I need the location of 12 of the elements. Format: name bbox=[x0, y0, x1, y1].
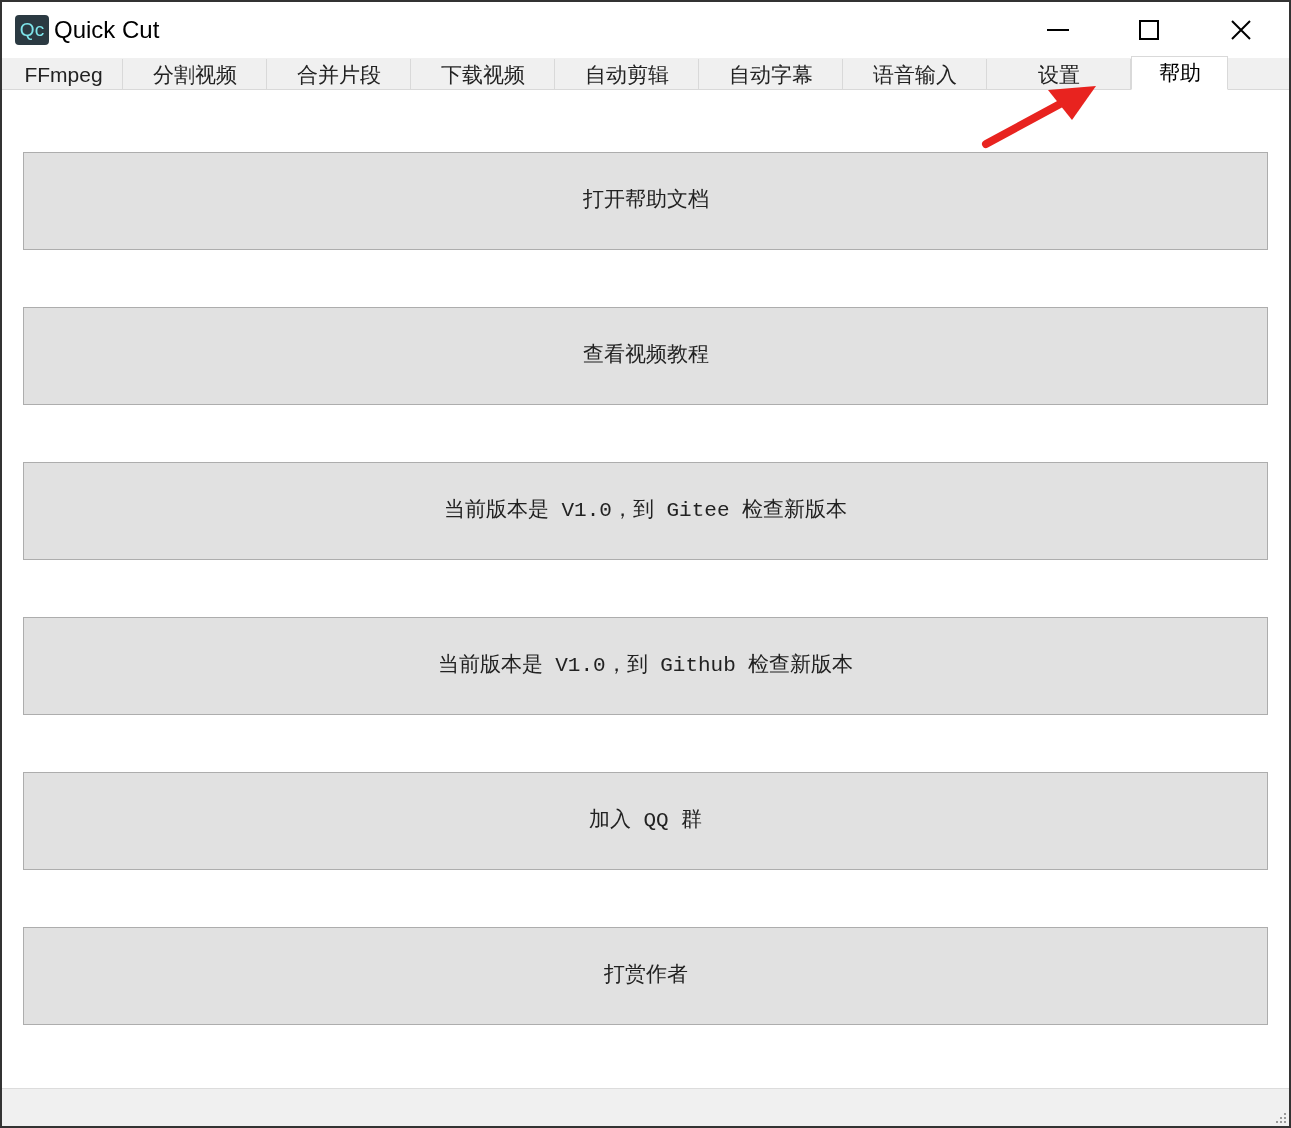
tab[interactable]: 帮助 bbox=[1131, 56, 1228, 90]
action-button[interactable]: 查看视频教程 bbox=[23, 307, 1268, 405]
action-button[interactable]: 打开帮助文档 bbox=[23, 152, 1268, 250]
action-button[interactable]: 当前版本是 V1.0，到 Gitee 检查新版本 bbox=[23, 462, 1268, 560]
size-grip-icon[interactable] bbox=[1275, 1112, 1287, 1124]
maximize-icon[interactable] bbox=[1139, 20, 1159, 40]
window-title: Quick Cut bbox=[54, 15, 160, 45]
action-button[interactable]: 当前版本是 V1.0，到 Github 检查新版本 bbox=[23, 617, 1268, 715]
close-icon[interactable] bbox=[1231, 20, 1251, 40]
app-logo: Qc bbox=[15, 15, 49, 45]
action-button[interactable]: 打赏作者 bbox=[23, 927, 1268, 1025]
action-button[interactable]: 加入 QQ 群 bbox=[23, 772, 1268, 870]
